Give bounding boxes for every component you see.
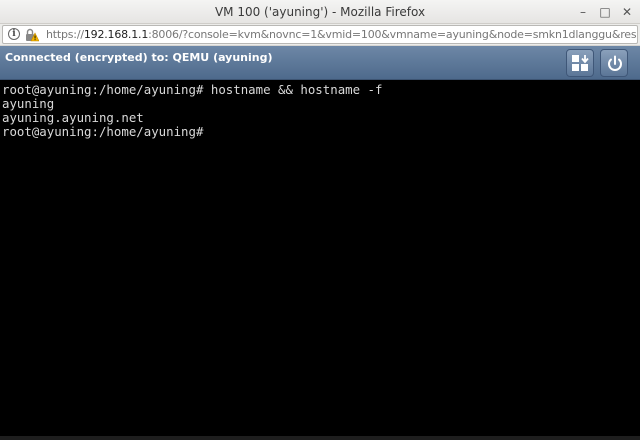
terminal-line: root@ayuning:/home/ayuning# (2, 124, 204, 139)
lock-warning-icon[interactable] (25, 28, 39, 42)
terminal-line: root@ayuning:/home/ayuning# hostname && … (2, 82, 383, 97)
power-button[interactable] (600, 49, 628, 77)
novnc-control-bar: Connected (encrypted) to: QEMU (ayuning) (0, 46, 640, 80)
window-titlebar[interactable]: VM 100 ('ayuning') - Mozilla Firefox – □… (0, 0, 640, 24)
info-icon[interactable]: i (8, 28, 20, 40)
url-bar[interactable]: i https://192.168.1.1:8006/?console=kvm&… (2, 25, 638, 44)
send-keys-button[interactable] (566, 49, 594, 77)
terminal-line: ayuning (2, 96, 55, 111)
url-text[interactable]: https://192.168.1.1:8006/?console=kvm&no… (46, 26, 638, 43)
window-title: VM 100 ('ayuning') - Mozilla Firefox (214, 5, 426, 19)
send-keys-icon (572, 55, 589, 71)
bottom-edge (0, 436, 640, 440)
minimize-button[interactable]: – (574, 3, 592, 21)
maximize-button[interactable]: □ (596, 3, 614, 21)
connection-status: Connected (encrypted) to: QEMU (ayuning) (5, 51, 273, 64)
url-rest: :8006/?console=kvm&novnc=1&vmid=100&vmna… (148, 28, 638, 41)
terminal-line: ayuning.ayuning.net (2, 110, 144, 125)
power-icon (608, 55, 622, 71)
url-host: 192.168.1.1 (83, 28, 149, 41)
url-toolbar: i https://192.168.1.1:8006/?console=kvm&… (0, 24, 640, 46)
browser-window: VM 100 ('ayuning') - Mozilla Firefox – □… (0, 0, 640, 440)
url-scheme: https:// (46, 28, 84, 41)
vnc-terminal-screen[interactable]: root@ayuning:/home/ayuning# hostname && … (0, 80, 640, 440)
close-button[interactable]: ✕ (618, 3, 636, 21)
